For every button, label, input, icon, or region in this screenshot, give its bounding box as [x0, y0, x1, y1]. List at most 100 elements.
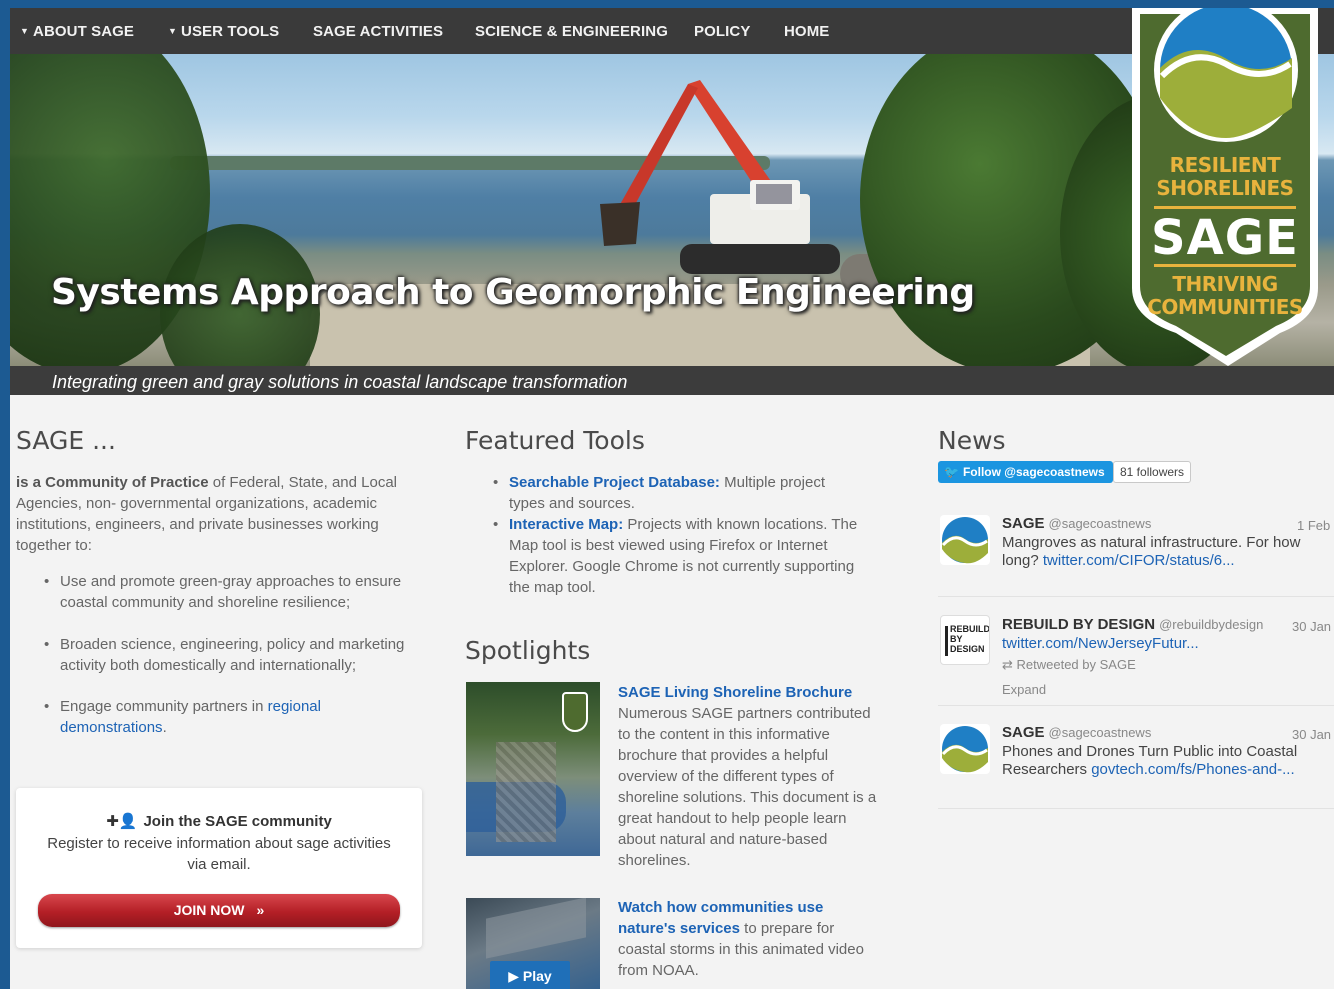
news-heading: News	[938, 426, 1006, 455]
join-community-card: ✚👤 Join the SAGE community Register to re…	[16, 788, 422, 948]
tweet-name: SAGE	[1002, 515, 1045, 532]
tweet-link[interactable]: twitter.com/CIFOR/status/6...	[1043, 552, 1235, 569]
follow-label: Follow @sagecoastnews	[962, 465, 1105, 479]
tweet-link[interactable]: twitter.com/NewJerseyFutur...	[1002, 635, 1199, 652]
badge-resilient: RESILIENT	[1169, 153, 1281, 177]
tweet-divider	[938, 596, 1334, 597]
nav-label: About SAGE	[33, 23, 135, 40]
sage-mini-badge-icon	[562, 692, 588, 732]
expand-link[interactable]: Expand	[1002, 681, 1062, 699]
retweet-info: ⇄ Retweeted by SAGE	[1002, 656, 1332, 674]
about-heading: SAGE ...	[16, 426, 116, 455]
add-user-icon: ✚👤	[106, 813, 138, 830]
about-bullet: • Use and promote green-gray approaches t…	[44, 571, 430, 613]
spotlights-heading: Spotlights	[465, 636, 591, 665]
avatar-bar	[945, 626, 948, 656]
tweet-link[interactable]: govtech.com/fs/Phones-and-...	[1091, 761, 1294, 778]
tweet-handle: @rebuildbydesign	[1159, 617, 1264, 632]
about-bullet: • Engage community partners in regional d…	[44, 696, 430, 738]
page: ▼ About SAGE ▼ User Tools SAGE Activities …	[10, 8, 1334, 989]
spotlight-video: Watch how communities use nature's servi…	[618, 897, 880, 981]
searchable-project-database-link[interactable]: Searchable Project Database:	[509, 474, 720, 491]
tweet-date[interactable]: 1 Feb	[1297, 518, 1330, 533]
tweet-divider	[938, 808, 1334, 809]
sage-logo-badge[interactable]: RESILIENT SHORELINES SAGE THRIVING COMMU…	[1130, 8, 1326, 378]
play-button[interactable]: ▶ Play	[490, 961, 570, 989]
caret-down-icon: ▼	[168, 26, 178, 36]
bullet-dot-icon: •	[493, 474, 499, 491]
join-title-text: Join the SAGE community	[143, 813, 332, 830]
tweet-text: twitter.com/NewJerseyFutur...	[1002, 635, 1332, 653]
brochure-link[interactable]: SAGE Living Shoreline Brochure	[618, 684, 852, 701]
video-thumbnail[interactable]: ▶ Play	[466, 898, 600, 989]
tool-item: • Interactive Map: Projects with known lo…	[493, 514, 859, 598]
hero-title: Systems Approach to Geomorphic Engineeri…	[51, 272, 975, 313]
tweet-divider	[938, 705, 1334, 706]
nav-label: User Tools	[181, 23, 280, 40]
nav-user-tools[interactable]: ▼ User Tools	[168, 23, 279, 40]
tweet-handle: @sagecoastnews	[1048, 516, 1152, 531]
tweet-author[interactable]: SAGE @sagecoastnews	[1002, 724, 1151, 741]
join-title: ✚👤 Join the SAGE community	[16, 812, 422, 830]
sage-logo-icon	[941, 517, 988, 564]
about-bullet-text: Use and promote green-gray approaches to…	[60, 573, 402, 611]
tweet-author[interactable]: SAGE @sagecoastnews	[1002, 515, 1151, 532]
join-now-button[interactable]: JOIN NOW »	[38, 894, 400, 927]
about-bullet: • Broaden science, engineering, policy an…	[44, 634, 430, 676]
nav-science-engineering[interactable]: Science & Engineering	[475, 23, 668, 40]
about-intro-bold: is a Community of Practice	[16, 474, 209, 491]
tweet-date[interactable]: 30 Jan	[1292, 727, 1331, 742]
hero-subtitle: Integrating green and gray solutions in …	[52, 372, 628, 392]
nav-label: Policy	[694, 23, 751, 40]
play-label: Play	[522, 968, 552, 984]
brochure-rocks	[496, 742, 556, 842]
bullet-dot-icon: •	[44, 636, 50, 653]
nav-policy[interactable]: Policy	[694, 23, 750, 40]
spotlight-brochure: SAGE Living Shoreline Brochure Numerous …	[618, 682, 880, 871]
about-intro: is a Community of Practice of Federal, S…	[16, 472, 426, 556]
join-now-label: JOIN NOW	[173, 902, 245, 918]
brochure-thumbnail[interactable]	[466, 682, 600, 856]
tweet-text: Phones and Drones Turn Public into Coast…	[1002, 743, 1332, 779]
tool-item: • Searchable Project Database: Multiple p…	[493, 472, 859, 514]
tweet-text: Mangroves as natural infrastructure. For…	[1002, 534, 1332, 570]
join-description: Register to receive information about sa…	[47, 835, 391, 873]
tweet-date[interactable]: 30 Jan	[1292, 619, 1331, 634]
twitter-follow-button[interactable]: 🐦 Follow @sagecoastnews	[938, 461, 1113, 483]
followers-count[interactable]: 81 followers	[1113, 461, 1192, 483]
play-icon: ▶	[508, 968, 523, 984]
rebuild-logo-text: REBUILD BY DESIGN	[950, 624, 990, 654]
tweet-name: REBUILD BY DESIGN	[1002, 616, 1156, 633]
nav-label: Home	[784, 23, 830, 40]
tweet-name: SAGE	[1002, 724, 1045, 741]
about-bullet-text: Engage community partners in	[60, 698, 268, 715]
tweet-author[interactable]: REBUILD BY DESIGN @rebuildbydesign	[1002, 616, 1263, 633]
bullet-dot-icon: •	[44, 573, 50, 590]
bullet-dot-icon: •	[493, 516, 499, 533]
featured-tools-heading: Featured Tools	[465, 426, 645, 455]
nav-about-sage[interactable]: ▼ About SAGE	[20, 23, 134, 40]
sage-avatar[interactable]	[940, 515, 990, 565]
bullet-dot-icon: •	[44, 698, 50, 715]
video-frame-detail	[486, 898, 586, 959]
rebuild-by-design-avatar[interactable]: REBUILD BY DESIGN	[940, 615, 990, 665]
sage-avatar[interactable]	[940, 724, 990, 774]
tweet-handle: @sagecoastnews	[1048, 725, 1152, 740]
double-chevron-right-icon: »	[256, 902, 265, 918]
twitter-bird-icon: 🐦	[944, 465, 959, 479]
nav-home[interactable]: Home	[784, 23, 829, 40]
brochure-description: Numerous SAGE partners contributed to th…	[618, 705, 877, 869]
nav-label: Science & Engineering	[475, 23, 668, 40]
nav-label: SAGE Activities	[313, 23, 444, 40]
badge-sage-name: SAGE	[1151, 210, 1299, 266]
sage-logo-icon	[941, 726, 988, 773]
caret-down-icon: ▼	[20, 26, 30, 36]
interactive-map-link[interactable]: Interactive Map:	[509, 516, 623, 533]
retweet-label: Retweeted by SAGE	[1016, 657, 1136, 672]
about-bullet-text: Broaden science, engineering, policy and…	[60, 636, 405, 674]
badge-communities: COMMUNITIES	[1147, 295, 1303, 319]
badge-thriving: THRIVING	[1172, 272, 1278, 296]
retweet-icon: ⇄	[1002, 657, 1017, 672]
badge-shorelines: SHORELINES	[1156, 176, 1294, 200]
nav-sage-activities[interactable]: SAGE Activities	[313, 23, 443, 40]
